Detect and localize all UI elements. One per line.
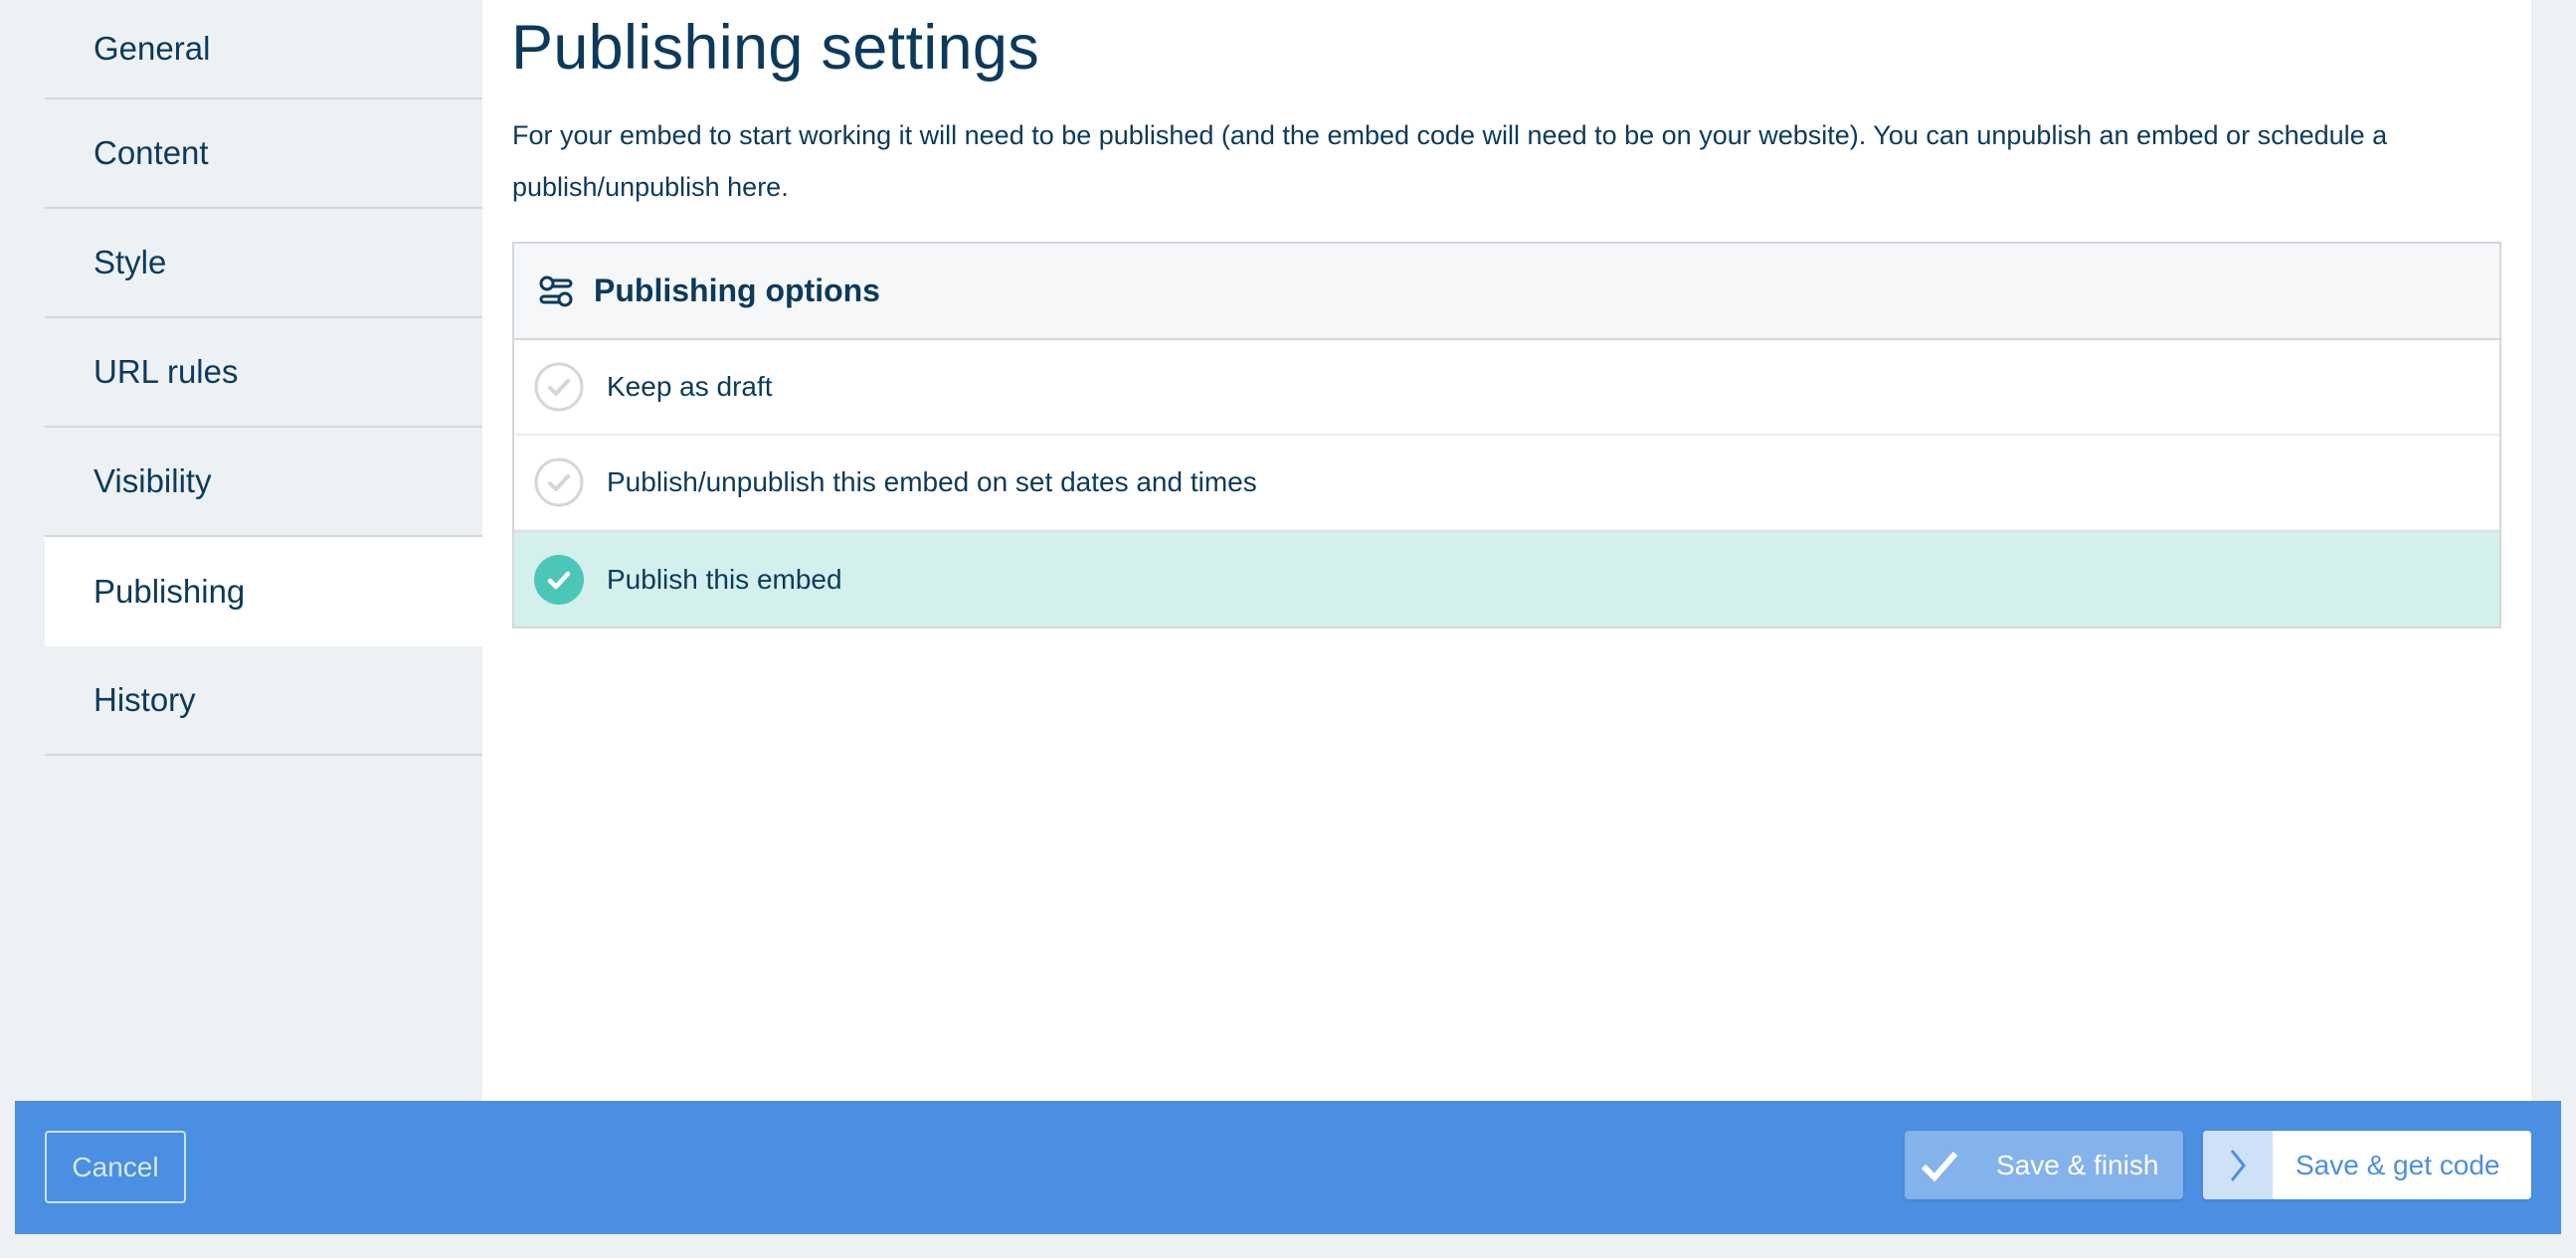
option-label: Publish/unpublish this embed on set date… bbox=[607, 466, 1257, 497]
sidebar-item-label: URL rules bbox=[93, 353, 239, 390]
chevron-right-icon bbox=[2203, 1131, 2273, 1199]
sidebar-item-publishing[interactable]: Publishing bbox=[45, 537, 482, 646]
sidebar-item-visibility[interactable]: Visibility bbox=[45, 428, 482, 537]
sidebar-item-url-rules[interactable]: URL rules bbox=[45, 318, 482, 428]
page-title: Publishing settings bbox=[511, 13, 1040, 83]
save-and-get-code-button[interactable]: Save & get code bbox=[2203, 1131, 2531, 1199]
sidebar-item-style[interactable]: Style bbox=[45, 209, 482, 318]
sidebar-item-label: History bbox=[93, 681, 196, 718]
checked-circle-icon bbox=[533, 554, 585, 606]
option-schedule-publish[interactable]: Publish/unpublish this embed on set date… bbox=[514, 436, 2499, 531]
sidebar-item-content[interactable]: Content bbox=[45, 99, 482, 209]
page-description: For your embed to start working it will … bbox=[512, 120, 2388, 202]
unchecked-circle-icon bbox=[533, 361, 585, 413]
sidebar-item-label: Publishing bbox=[93, 573, 246, 610]
sidebar-item-label: Visibility bbox=[93, 462, 212, 499]
option-label: Keep as draft bbox=[607, 371, 773, 402]
sidebar-item-general[interactable]: General bbox=[45, 0, 482, 99]
sidebar-item-label: Content bbox=[93, 134, 209, 171]
publishing-options-title: Publishing options bbox=[594, 272, 880, 308]
save-and-finish-button[interactable]: Save & finish bbox=[1905, 1131, 2183, 1199]
main-content: Publishing settings For your embed to st… bbox=[482, 0, 2531, 1101]
action-footer: Cancel Save & finish Save & get code bbox=[15, 1101, 2561, 1234]
checkmark-icon bbox=[1905, 1131, 1974, 1199]
sidebar-item-history[interactable]: History bbox=[45, 646, 482, 756]
option-publish-embed[interactable]: Publish this embed bbox=[514, 531, 2499, 627]
save-and-get-code-label: Save & get code bbox=[2296, 1149, 2500, 1180]
sliders-icon bbox=[538, 273, 574, 309]
unchecked-circle-icon bbox=[533, 456, 585, 508]
publishing-options-header: Publishing options bbox=[514, 244, 2499, 340]
option-label: Publish this embed bbox=[607, 563, 842, 595]
sidebar-item-label: Style bbox=[93, 244, 167, 280]
settings-sidebar: General Content Style URL rules Visibili… bbox=[45, 0, 482, 756]
cancel-button[interactable]: Cancel bbox=[45, 1131, 186, 1203]
option-keep-as-draft[interactable]: Keep as draft bbox=[514, 340, 2499, 436]
publishing-options-panel: Publishing options Keep as draft Publish… bbox=[512, 242, 2501, 629]
sidebar-item-label: General bbox=[93, 30, 211, 67]
save-and-finish-label: Save & finish bbox=[1996, 1149, 2159, 1180]
